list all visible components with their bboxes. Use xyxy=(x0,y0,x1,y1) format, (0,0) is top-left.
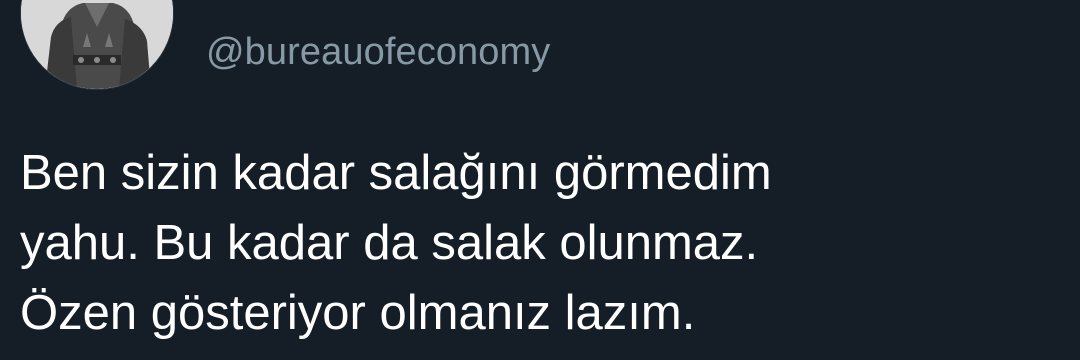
avatar-photo xyxy=(21,0,173,89)
tweet-text-line: yahu. Bu kadar da salak olunmaz. xyxy=(20,216,759,270)
user-handle[interactable]: @bureauofeconomy xyxy=(206,29,550,75)
avatar[interactable] xyxy=(20,0,174,90)
tweet-text: Ben sizin kadar salağını görmedim yahu. … xyxy=(20,138,1070,348)
tweet-text-line: Özen gösteriyor olmanız lazım. xyxy=(20,286,696,340)
tweet-text-line: Ben sizin kadar salağını görmedim xyxy=(20,146,772,200)
tweet-card: @bureauofeconomy Ben sizin kadar salağın… xyxy=(0,0,1080,360)
